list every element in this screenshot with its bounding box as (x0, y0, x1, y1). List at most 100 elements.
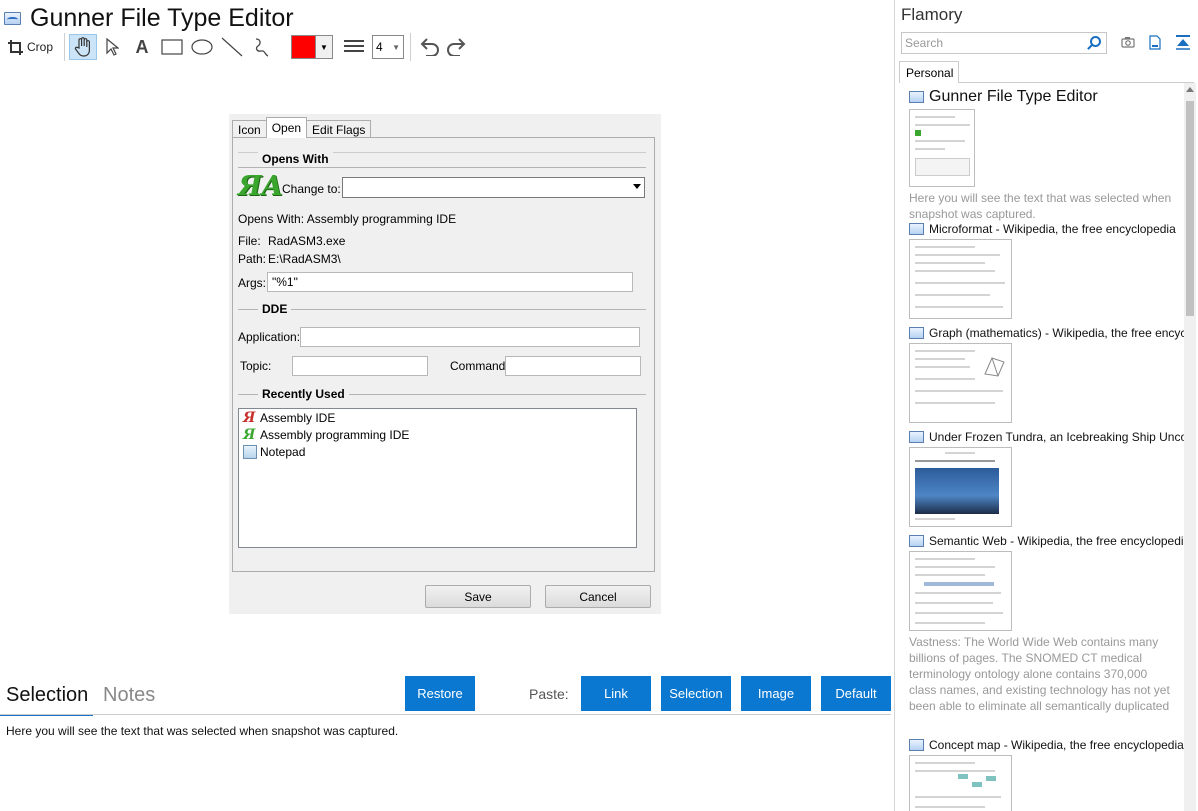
snapshot-icon (909, 739, 924, 751)
tab-personal[interactable]: Personal (899, 61, 959, 83)
args-label: Args: (238, 276, 267, 290)
change-to-dropdown (342, 177, 645, 198)
paste-image-button[interactable]: Image (741, 676, 811, 711)
thumb-line (915, 770, 995, 772)
tab-selection[interactable]: Selection (0, 684, 94, 716)
paste-label: Paste: (529, 686, 569, 702)
list-item[interactable]: Under Frozen Tundra, an Icebreaking Ship… (909, 429, 1184, 527)
topic-field (292, 356, 428, 376)
args-field: "%1" (267, 272, 633, 292)
thumb-line (915, 158, 970, 176)
concept-node (986, 776, 996, 781)
thumb-line (915, 390, 1003, 392)
thumb-line (915, 358, 965, 360)
title-row: Gunner File Type Editor (4, 4, 294, 32)
snapshot-thumbnail (909, 109, 975, 187)
paste-selection-button[interactable]: Selection (661, 676, 731, 711)
snapshot-image[interactable]: Icon Open Edit Flags Opens With ЯA Chang… (229, 114, 661, 614)
open-tab-panel: Opens With ЯA Change to: Opens With: Ass… (232, 137, 655, 572)
toolbar-separator (64, 33, 65, 61)
concept-node (958, 774, 968, 779)
snapshot-editor: Gunner File Type Editor Crop A ▼ 4 ▼ Ico… (0, 0, 895, 811)
card-header: Under Frozen Tundra, an Icebreaking Ship… (909, 429, 1184, 445)
list-item[interactable]: Gunner File Type Editor Here you will se… (909, 87, 1184, 222)
color-picker[interactable]: ▼ (291, 35, 333, 59)
selection-text[interactable]: Here you will see the text that was sele… (6, 724, 398, 738)
opens-with-text: Opens With: Assembly programming IDE (238, 212, 457, 226)
thumb-block (915, 130, 921, 136)
snapshot-title[interactable]: Gunner File Type Editor (30, 4, 294, 33)
search-input[interactable]: Search (901, 32, 1107, 54)
line-width-button[interactable] (339, 34, 369, 60)
select-tool-button[interactable] (97, 34, 127, 60)
paste-default-button[interactable]: Default (821, 676, 891, 711)
collapse-up-icon (1176, 34, 1190, 50)
page-button[interactable] (1147, 34, 1163, 50)
thumb-line (915, 518, 955, 520)
list-item[interactable]: Microformat - Wikipedia, the free encycl… (909, 221, 1184, 319)
arrow-pointer-icon (106, 38, 119, 56)
card-description: Vastness: The World Wide Web contains ma… (909, 635, 1170, 713)
scroll-up-icon[interactable] (1186, 87, 1194, 92)
thumb-line (915, 254, 1000, 256)
thumb-line (915, 262, 985, 264)
save-button: Save (425, 585, 531, 608)
thumb-line (915, 270, 995, 272)
list-item[interactable]: Concept map - Wikipedia, the free encycl… (909, 737, 1184, 811)
paste-link-button[interactable]: Link (581, 676, 651, 711)
thumb-line (915, 574, 985, 576)
color-swatch (292, 36, 316, 58)
restore-button[interactable]: Restore (405, 676, 475, 711)
collapse-button[interactable] (1175, 34, 1191, 50)
search-placeholder: Search (905, 36, 944, 50)
rectangle-icon (161, 39, 183, 55)
redo-button[interactable] (443, 34, 471, 60)
recently-used-list: Я Assembly IDE Я Assembly programming ID… (238, 408, 637, 548)
flamory-window: Gunner File Type Editor Crop A ▼ 4 ▼ Ico… (0, 0, 1198, 811)
thumb-line (915, 566, 995, 568)
list-item[interactable]: Semantic Web - Wikipedia, the free encyc… (909, 533, 1184, 714)
card-header: Graph (mathematics) - Wikipedia, the fre… (909, 325, 1184, 341)
line-tool-button[interactable] (217, 34, 247, 60)
camera-button[interactable] (1120, 34, 1136, 50)
recent-item-label: Notepad (260, 444, 306, 459)
path-value: E:\RadASM3\ (268, 252, 341, 266)
tab-open: Open (265, 117, 308, 138)
card-header: Microformat - Wikipedia, the free encycl… (909, 221, 1184, 237)
hand-tool-button[interactable] (69, 34, 97, 60)
toolbar-separator (410, 33, 411, 61)
snapshot-icon (909, 223, 924, 235)
ellipse-tool-button[interactable] (187, 34, 217, 60)
rectangle-tool-button[interactable] (157, 34, 187, 60)
sidebar-scrollbar[interactable] (1184, 83, 1196, 811)
tab-notes[interactable]: Notes (103, 684, 155, 714)
text-tool-button[interactable]: A (127, 34, 157, 60)
list-item: Я Assembly IDE (239, 409, 636, 426)
thumb-line (915, 246, 975, 248)
snapshot-thumbnail (909, 447, 1012, 527)
undo-button[interactable] (415, 34, 443, 60)
card-title: Concept map - Wikipedia, the free encycl… (929, 738, 1184, 752)
card-title: Under Frozen Tundra, an Icebreaking Ship… (929, 430, 1184, 444)
search-icon[interactable] (1090, 36, 1101, 47)
thumb-line (915, 622, 985, 624)
crop-icon (8, 39, 23, 55)
snapshot-icon (909, 327, 924, 339)
freehand-tool-button[interactable] (247, 34, 277, 60)
crop-button[interactable]: Crop (4, 34, 60, 60)
radasm-green-icon: Я (243, 426, 256, 443)
card-title: Microformat - Wikipedia, the free encycl… (929, 222, 1176, 236)
crop-label: Crop (27, 40, 54, 54)
application-field (300, 327, 640, 347)
thumb-line (915, 378, 975, 380)
freehand-icon (255, 38, 269, 57)
application-label: Application: (238, 330, 301, 344)
thumb-line (915, 402, 995, 404)
path-label: Path: (238, 252, 267, 266)
radasm-logo-icon: ЯA (238, 171, 283, 202)
list-item[interactable]: Graph (mathematics) - Wikipedia, the fre… (909, 325, 1184, 423)
thumb-line (915, 612, 1003, 614)
stroke-width-select[interactable]: 4 ▼ (372, 35, 404, 59)
scroll-thumb[interactable] (1186, 101, 1194, 316)
graph-diagram-icon (984, 357, 1005, 377)
